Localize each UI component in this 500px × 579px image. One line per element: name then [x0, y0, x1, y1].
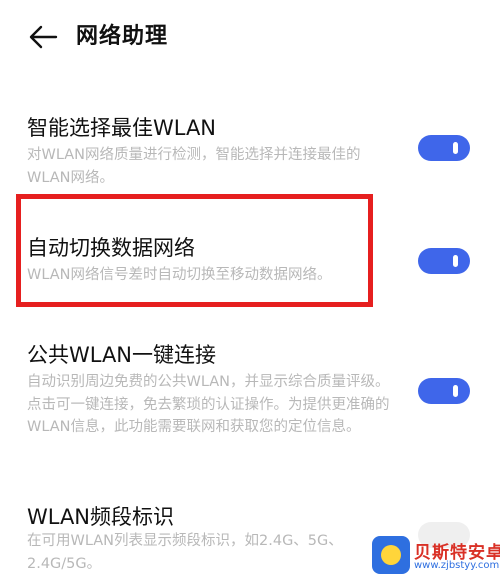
setting-title: WLAN频段标识	[27, 505, 175, 529]
auto-switch-data-toggle[interactable]	[418, 248, 470, 274]
public-wlan-toggle[interactable]	[418, 378, 470, 404]
toggle-knob	[453, 142, 458, 154]
setting-title: 智能选择最佳WLAN	[27, 116, 217, 140]
page-title: 网络助理	[76, 24, 169, 49]
watermark-badge-icon	[372, 536, 410, 574]
setting-description: 对WLAN网络质量进行检测，智能选择并连接最佳的WLAN网络。	[27, 147, 361, 186]
setting-description: 在可用WLAN列表显示频段标识，如2.4G、5G、2.4G/5G。	[27, 533, 343, 572]
setting-description: 自动识别周边免费的公共WLAN，并显示综合质量评级。点击可一键连接，免去繁琐的认…	[27, 374, 390, 435]
smart-wlan-toggle[interactable]	[418, 135, 470, 161]
toggle-knob	[453, 255, 458, 267]
watermark-url: www.zjbstyy.com	[414, 560, 500, 571]
top-bar: 网络助理	[0, 0, 500, 80]
highlight-box	[16, 194, 373, 307]
back-arrow-icon[interactable]	[26, 22, 60, 52]
watermark-logo: 贝斯特安卓网 www.zjbstyy.com	[372, 532, 500, 579]
setting-title: 公共WLAN一键连接	[27, 343, 217, 367]
toggle-knob	[453, 385, 458, 397]
